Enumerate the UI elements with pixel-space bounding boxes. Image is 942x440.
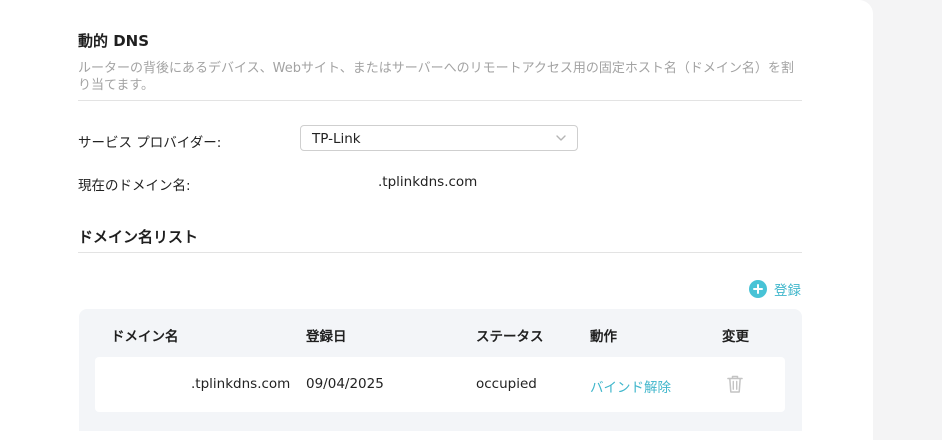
dynamic-dns-card: 動的 DNS ルーターの背後にあるデバイス、Webサイト、またはサーバーへのリモ… <box>0 0 873 440</box>
domain-list-title: ドメイン名リスト <box>78 228 199 246</box>
service-provider-select[interactable]: TP-Link <box>300 125 578 151</box>
add-domain-button[interactable]: 登録 <box>749 279 801 299</box>
trash-icon[interactable] <box>726 374 744 394</box>
plus-circle-icon <box>749 280 767 298</box>
column-header-domain: ドメイン名 <box>111 329 179 345</box>
row-registered-date: 09/04/2025 <box>306 376 384 392</box>
domain-table: ドメイン名 登録日 ステータス 動作 変更 .tplinkdns.com 09/… <box>79 309 802 431</box>
divider <box>78 252 802 253</box>
current-domain-value: .tplinkdns.com <box>378 174 478 190</box>
row-domain: .tplinkdns.com <box>191 376 291 392</box>
service-provider-label: サービス プロバイダー: <box>78 135 222 151</box>
chevron-down-icon <box>556 135 566 141</box>
column-header-modify: 変更 <box>722 329 749 345</box>
column-header-status: ステータス <box>476 329 544 345</box>
service-provider-value: TP-Link <box>312 131 361 147</box>
unbind-link[interactable]: バインド解除 <box>590 376 671 396</box>
column-header-action: 動作 <box>590 329 617 345</box>
current-domain-label: 現在のドメイン名: <box>78 178 191 194</box>
section-description: ルーターの背後にあるデバイス、Webサイト、またはサーバーへのリモートアクセス用… <box>78 61 794 93</box>
divider <box>78 100 802 101</box>
column-header-registered-date: 登録日 <box>306 329 347 345</box>
add-domain-label: 登録 <box>774 283 801 299</box>
section-title: 動的 DNS <box>78 32 150 50</box>
table-row: .tplinkdns.com 09/04/2025 occupied バインド解… <box>95 357 785 412</box>
row-status: occupied <box>476 376 537 392</box>
